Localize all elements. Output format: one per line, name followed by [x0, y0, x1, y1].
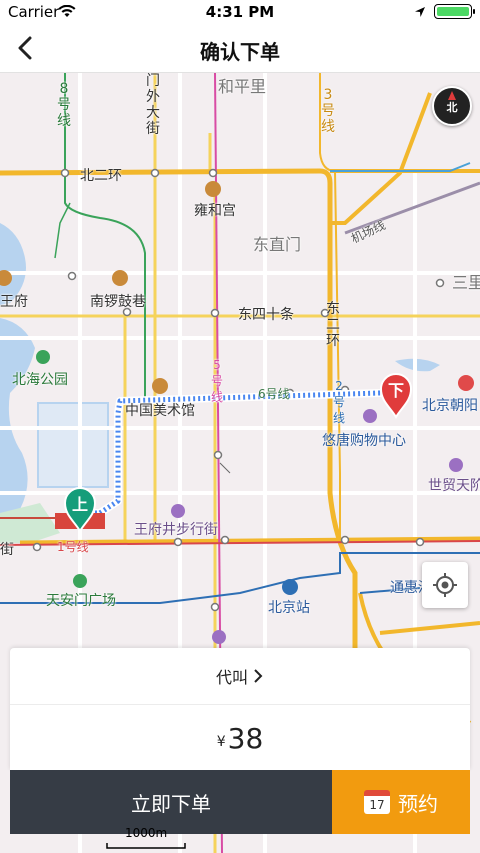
navigation-bar: 确认下单	[0, 24, 480, 73]
order-card: 代叫 ¥ 38	[10, 648, 470, 770]
map-label-line6: 6号线	[258, 387, 290, 401]
dropoff-marker-label: 下	[387, 381, 404, 400]
map-label-shimao: 世贸天阶	[428, 478, 480, 494]
calendar-icon: 17	[364, 790, 390, 814]
map-label-dongzhimen: 东直门	[253, 235, 302, 254]
map-label-nanluoguxiang: 南锣鼓巷	[90, 294, 146, 310]
map-label-line13: 3号线	[321, 87, 335, 135]
dropoff-marker[interactable]: 下	[378, 371, 414, 423]
map-label-dongsishitiao: 东四十条	[238, 307, 294, 323]
map-label-hepingli: 和平里	[218, 77, 267, 96]
map-label-wangfujing: 王府井步行街	[134, 522, 218, 538]
calendar-day: 17	[369, 798, 385, 812]
map-label-jie: 街	[0, 542, 14, 558]
page-title: 确认下单	[200, 40, 280, 64]
map-label-yonghegong: 雍和宫	[194, 203, 236, 219]
map-label-menwai: 门外大街	[146, 73, 160, 137]
map-label-nationalart: 中国美术馆	[125, 403, 195, 419]
map-label-youtang: 悠唐购物中心	[322, 433, 406, 449]
pickup-marker[interactable]: 上	[62, 485, 98, 537]
compass-north-label: 北	[446, 101, 458, 114]
currency-symbol: ¥	[216, 734, 226, 750]
proxy-order-label: 代叫	[215, 668, 248, 687]
map-label-line1: 1号线	[57, 540, 89, 554]
map-label-line5: 5号线	[210, 358, 223, 404]
order-now-label: 立即下单	[131, 791, 211, 816]
map-label-beihai: 北海公园	[12, 372, 68, 388]
battery-icon	[434, 4, 475, 19]
status-bar: Carrier 4:31 PM	[0, 0, 480, 24]
price-amount: 38	[227, 721, 264, 755]
map-label-wangfu: 王府	[0, 294, 28, 310]
map-label-line2: 2号线	[332, 379, 345, 425]
crosshair-icon	[433, 573, 457, 597]
price-display: ¥ 38	[10, 706, 470, 770]
compass-button[interactable]: 北	[432, 86, 472, 126]
map-label-chaoyang: 北京朝阳	[422, 398, 478, 414]
location-arrow-icon	[415, 6, 425, 17]
reserve-button[interactable]: 17 预约	[332, 770, 470, 834]
map-label-beijingzhan: 北京站	[268, 600, 310, 616]
proxy-order-row[interactable]: 代叫	[10, 648, 470, 705]
locate-button[interactable]	[422, 562, 468, 608]
reserve-label: 预约	[398, 791, 438, 816]
order-now-button[interactable]: 立即下单	[10, 770, 332, 834]
map-label-line8: 8号线	[57, 81, 71, 129]
pickup-marker-label: 上	[71, 495, 88, 514]
map-label-tiananmen: 天安门广场	[46, 593, 116, 609]
wifi-icon	[58, 5, 76, 17]
map-label-sanli: 三里	[452, 273, 480, 292]
chevron-right-icon	[254, 669, 263, 683]
map-scale-label: 1000m	[125, 826, 168, 840]
map-label-beierhuan: 北二环	[80, 168, 122, 184]
map-label-dongerhuan: 东二环	[326, 301, 340, 349]
